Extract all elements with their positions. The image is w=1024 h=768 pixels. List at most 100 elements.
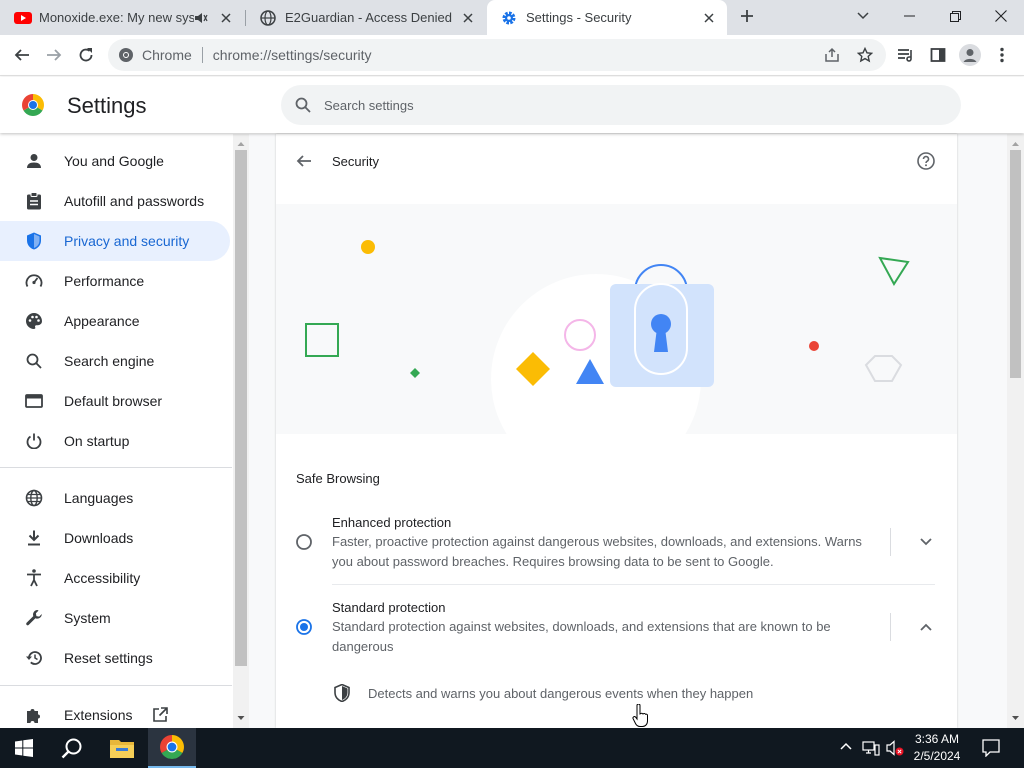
taskbar-search-icon[interactable]	[48, 728, 96, 768]
tab-title: Settings - Security	[526, 10, 632, 25]
menu-kebab-icon[interactable]	[986, 39, 1018, 71]
sidebar-item-privacy-and-security[interactable]: Privacy and security	[0, 221, 230, 261]
minimize-button[interactable]	[886, 0, 932, 32]
sidebar-item-system[interactable]: System	[0, 598, 230, 638]
chrome-logo-icon	[22, 94, 44, 116]
sidebar-item-label: Autofill and passwords	[64, 193, 205, 209]
tab-monoxide[interactable]: Monoxide.exe: My new syste	[0, 0, 244, 35]
back-button[interactable]	[6, 39, 38, 71]
tab-search-chevron-icon[interactable]	[840, 0, 886, 32]
new-tab-button[interactable]	[727, 0, 767, 32]
taskbar-chrome-icon[interactable]	[148, 728, 196, 768]
windows-start-icon[interactable]	[0, 728, 48, 768]
network-icon[interactable]	[862, 740, 880, 756]
sidebar-item-languages[interactable]: Languages	[0, 478, 230, 518]
sidebar-item-search-engine[interactable]: Search engine	[0, 341, 230, 381]
collapse-chevron-up-icon[interactable]	[920, 623, 932, 631]
tab-title: Monoxide.exe: My new syste	[39, 10, 194, 25]
sidebar-item-performance[interactable]: Performance	[0, 261, 230, 301]
section-title: Security	[332, 154, 379, 169]
sidebar-item-label: Accessibility	[64, 570, 141, 586]
sidebar-item-label: Downloads	[64, 530, 134, 546]
security-illustration	[276, 204, 957, 434]
sidebar-item-on-startup[interactable]: On startup	[0, 421, 230, 461]
sidebar-item-default-browser[interactable]: Default browser	[0, 381, 230, 421]
omnibox-chip: Chrome	[142, 47, 192, 63]
share-icon[interactable]	[824, 47, 840, 63]
sidebar-item-extensions[interactable]: Extensions	[0, 695, 230, 728]
option-description: Faster, proactive protection against dan…	[332, 534, 862, 569]
tab-settings-security[interactable]: Settings - Security	[487, 0, 727, 35]
settings-gear-icon	[501, 10, 517, 26]
reload-button[interactable]	[70, 39, 102, 71]
notification-icon[interactable]	[982, 739, 1000, 757]
sidebar-item-appearance[interactable]: Appearance	[0, 301, 230, 341]
shield-icon	[24, 231, 44, 251]
settings-header: Settings Search settings	[0, 77, 1024, 133]
reading-list-icon[interactable]	[890, 39, 922, 71]
back-arrow-icon[interactable]	[296, 153, 312, 169]
sidebar-item-accessibility[interactable]: Accessibility	[0, 558, 230, 598]
clipboard-icon	[24, 191, 44, 211]
bookmark-star-icon[interactable]	[857, 47, 873, 63]
puzzle-icon	[24, 705, 44, 725]
file-explorer-icon[interactable]	[98, 728, 146, 768]
option-title: Enhanced protection	[332, 515, 452, 530]
speedometer-icon	[24, 271, 44, 291]
search-settings-input[interactable]: Search settings	[281, 85, 961, 125]
globe-icon	[260, 9, 276, 26]
tab-e2guardian[interactable]: E2Guardian - Access Denied	[246, 0, 486, 35]
sidebar-item-autofill[interactable]: Autofill and passwords	[0, 181, 230, 221]
palette-icon	[24, 311, 44, 331]
radio-checked[interactable]	[296, 619, 312, 635]
tab-strip: Monoxide.exe: My new syste E2Guardian - …	[0, 0, 1024, 35]
clock-time: 3:36 AM	[914, 732, 960, 746]
sidebar-item-reset-settings[interactable]: Reset settings	[0, 638, 230, 678]
side-panel-icon[interactable]	[922, 39, 954, 71]
sidebar-item-label: Search engine	[64, 353, 155, 369]
accessibility-icon	[24, 568, 44, 588]
browser-icon	[24, 391, 44, 411]
close-tab-icon[interactable]	[216, 8, 236, 28]
help-icon[interactable]	[917, 152, 935, 170]
download-icon	[24, 528, 44, 548]
sidebar-divider	[0, 467, 232, 468]
omnibox[interactable]: Chrome chrome://settings/security	[108, 39, 886, 71]
sidebar-item-label: Appearance	[64, 313, 140, 329]
close-tab-icon[interactable]	[699, 8, 719, 28]
sidebar-item-you-and-google[interactable]: You and Google	[0, 141, 230, 181]
speaker-icon[interactable]	[194, 11, 212, 25]
forward-button[interactable]	[38, 39, 70, 71]
close-window-button[interactable]	[978, 0, 1024, 32]
profile-avatar-icon[interactable]	[954, 39, 986, 71]
open-in-new-icon	[152, 707, 169, 723]
volume-muted-icon[interactable]	[886, 740, 904, 756]
expand-chevron-down-icon[interactable]	[920, 538, 932, 546]
sidebar-scrollbar[interactable]	[233, 134, 249, 728]
option-description: Standard protection against websites, do…	[332, 619, 831, 654]
youtube-icon	[14, 10, 32, 26]
sidebar-item-label: You and Google	[64, 153, 164, 169]
detail-line: Detects and warns you about dangerous ev…	[368, 686, 754, 701]
search-placeholder: Search settings	[324, 97, 414, 113]
windows-taskbar: 3:36 AM 2/5/2024	[0, 728, 1024, 768]
close-tab-icon[interactable]	[458, 8, 478, 28]
url-text[interactable]: chrome://settings/security	[213, 47, 372, 63]
standard-protection-option[interactable]: Standard protection Standard protection …	[276, 589, 957, 669]
shield-detail-icon	[334, 684, 350, 702]
clock-date: 2/5/2024	[913, 749, 961, 763]
sidebar-item-downloads[interactable]: Downloads	[0, 518, 230, 558]
tray-chevron-up-icon[interactable]	[840, 742, 852, 750]
radio-unchecked[interactable]	[296, 534, 312, 550]
restore-button[interactable]	[932, 0, 978, 32]
sidebar-item-label: Languages	[64, 490, 134, 506]
hand-cursor-icon	[632, 704, 648, 728]
globe-icon	[24, 488, 44, 508]
safe-browsing-heading: Safe Browsing	[296, 471, 380, 486]
sidebar-divider	[0, 685, 232, 686]
system-clock[interactable]: 3:36 AM 2/5/2024	[905, 731, 969, 765]
enhanced-protection-option[interactable]: Enhanced protection Faster, proactive pr…	[276, 504, 957, 585]
main-scrollbar[interactable]	[1007, 134, 1024, 728]
sidebar-item-label: Privacy and security	[64, 233, 190, 249]
person-icon	[24, 151, 44, 171]
